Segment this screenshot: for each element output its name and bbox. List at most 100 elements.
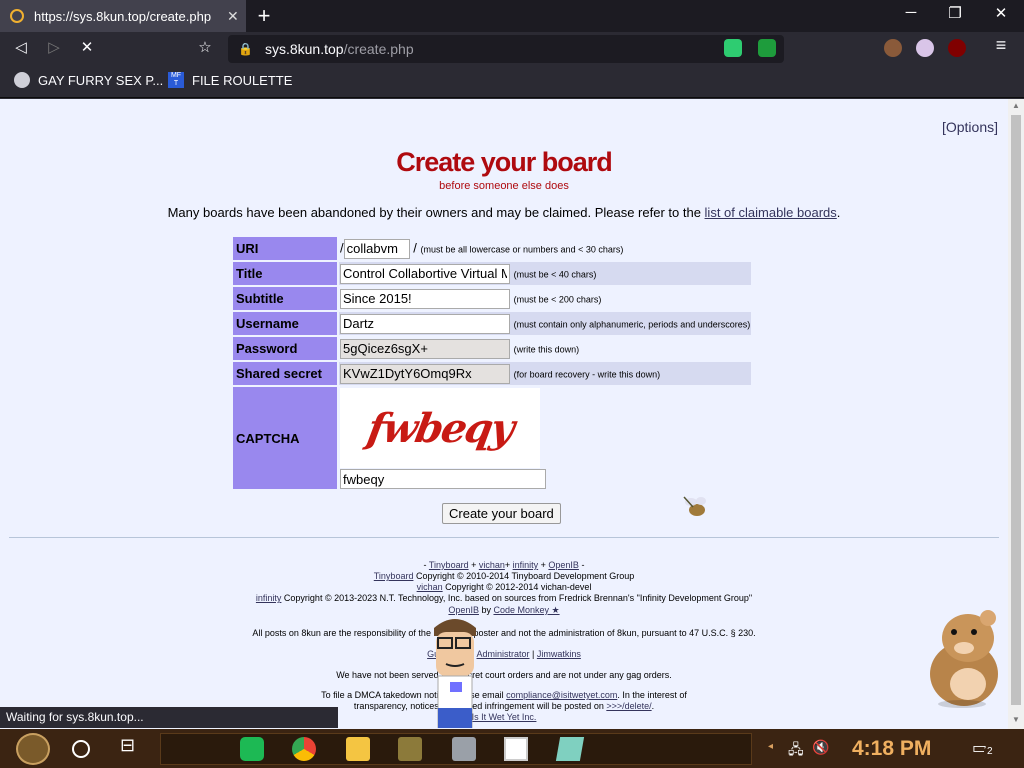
- bookmark-item[interactable]: MF T FILE ROULETTE: [168, 72, 292, 88]
- shared-secret-input[interactable]: [340, 363, 510, 384]
- site-favicon-icon: [10, 9, 24, 23]
- shared-secret-label: Shared secret: [233, 362, 337, 385]
- menu-icon[interactable]: ≡: [990, 35, 1012, 56]
- profile-avatar-icon[interactable]: [884, 39, 902, 57]
- tinyboard-link[interactable]: Tinyboard: [429, 560, 469, 570]
- game-app-icon[interactable]: [398, 737, 422, 761]
- cortana-icon[interactable]: [72, 740, 90, 758]
- bookmark-label: FILE ROULETTE: [192, 72, 293, 88]
- status-bar: Waiting for sys.8kun.top...: [0, 707, 338, 728]
- vichan-link[interactable]: vichan: [479, 560, 505, 570]
- photos-app-icon[interactable]: [504, 737, 528, 761]
- claim-notice: Many boards have been abandoned by their…: [167, 205, 841, 220]
- chrome-app-icon[interactable]: [292, 737, 316, 761]
- ublock-icon[interactable]: [948, 39, 966, 57]
- infinity-link[interactable]: infinity: [256, 593, 282, 603]
- password-input[interactable]: [340, 338, 510, 359]
- page-title: Create your board: [396, 147, 613, 177]
- vichan-link[interactable]: vichan: [417, 582, 443, 592]
- captcha-input[interactable]: [340, 469, 546, 489]
- hamster-sticker: [930, 610, 998, 708]
- uri-hint: (must be all lowercase or numbers and < …: [420, 243, 624, 254]
- page-scrollbar[interactable]: ▲ ▼: [1008, 99, 1024, 729]
- windows-taskbar: ⊟ ◂ 🖧 🔇 4:18 PM ▭ 2: [0, 729, 1024, 768]
- password-row: Password (write this down): [233, 337, 751, 360]
- network-icon[interactable]: 🖧: [788, 739, 804, 763]
- shared-secret-row: Shared secret (for board recovery - writ…: [233, 362, 752, 385]
- scroll-thumb[interactable]: [1011, 115, 1021, 705]
- uri-row: URI / / (must be all lowercase or number…: [233, 237, 751, 260]
- footer-divider: [9, 537, 999, 538]
- lock-icon[interactable]: 🔒: [238, 42, 253, 56]
- subtitle-row: Subtitle (must be < 200 chars): [233, 287, 751, 310]
- start-button[interactable]: [16, 733, 50, 765]
- create-board-button[interactable]: Create your board: [442, 503, 561, 524]
- jimwatkins-link[interactable]: Jimwatkins: [537, 649, 581, 659]
- shield-extension-icon[interactable]: [758, 39, 776, 57]
- file-roulette-icon: MF T: [168, 72, 184, 88]
- code-monkey-link[interactable]: Code Monkey ★: [493, 605, 559, 615]
- forward-button[interactable]: ▷: [43, 38, 65, 56]
- volume-muted-icon[interactable]: 🔇: [812, 739, 829, 756]
- tab-create-php[interactable]: https://sys.8kun.top/create.php ✕: [0, 0, 246, 32]
- footer-copyright-infinity: infinity Copyright © 2013-2023 N.T. Tech…: [255, 593, 753, 603]
- flag-extension-icon[interactable]: [916, 39, 934, 57]
- bookmark-label: GAY FURRY SEX P...: [38, 72, 164, 88]
- taskbar-clock[interactable]: 4:18 PM: [852, 737, 931, 761]
- navigation-bar: ◁ ▷ ✕ ☆ 🔒 sys.8kun.top /create.php ≡: [0, 32, 1024, 66]
- options-link[interactable]: [Options]: [942, 119, 998, 135]
- minimize-button[interactable]: ─: [896, 4, 926, 21]
- globe-icon: [14, 72, 30, 88]
- compliance-email-link[interactable]: compliance@isitwetyet.com: [506, 690, 617, 700]
- infinity-link[interactable]: infinity: [513, 560, 539, 570]
- footer-credits-line: - Tinyboard + vichan+ infinity + OpenIB …: [423, 560, 585, 570]
- extension-green-icon[interactable]: [724, 39, 742, 57]
- bookmark-item[interactable]: GAY FURRY SEX P...: [14, 72, 163, 88]
- footer-copyright-tinyboard: Tinyboard Copyright © 2010-2014 Tinyboar…: [373, 571, 635, 581]
- subtitle-input[interactable]: [340, 288, 510, 309]
- hank-hill-sticker: [434, 619, 476, 728]
- maximize-button[interactable]: ❐: [940, 4, 970, 22]
- captcha-image-text: fwbeqy: [363, 404, 517, 452]
- claimable-boards-link[interactable]: list of claimable boards: [705, 205, 837, 220]
- password-hint: (write this down): [513, 343, 580, 354]
- scroll-down-icon[interactable]: ▼: [1008, 715, 1024, 724]
- spotify-app-icon[interactable]: [240, 737, 264, 761]
- captcha-label: CAPTCHA: [233, 387, 337, 489]
- task-view-icon[interactable]: ⊟: [120, 735, 144, 759]
- footer-liability-notice: All posts on 8kun are the responsibility…: [252, 628, 756, 638]
- tab-title: https://sys.8kun.top/create.php: [34, 8, 212, 24]
- shared-secret-hint: (for board recovery - write this down): [513, 368, 661, 379]
- title-row: Title (must be < 40 chars): [233, 262, 752, 285]
- captcha-row: CAPTCHA fwbeqy: [233, 387, 751, 489]
- title-hint: (must be < 40 chars): [513, 268, 597, 279]
- app-window-icon[interactable]: [452, 737, 476, 761]
- delete-board-link[interactable]: >>>/delete/: [606, 701, 651, 711]
- username-input[interactable]: [340, 313, 510, 334]
- password-label: Password: [233, 337, 337, 360]
- captcha-image[interactable]: fwbeqy: [340, 388, 540, 468]
- new-tab-button[interactable]: +: [252, 3, 276, 29]
- title-input[interactable]: [340, 263, 510, 284]
- username-hint: (must contain only alphanumeric, periods…: [513, 318, 751, 329]
- uri-label: URI: [233, 237, 337, 260]
- bookmark-star-icon[interactable]: ☆: [194, 38, 216, 56]
- subtitle-label: Subtitle: [233, 287, 337, 310]
- notification-count-badge: 2: [984, 746, 996, 757]
- bookmarks-toolbar: GAY FURRY SEX P... MF T FILE ROULETTE: [0, 66, 1024, 98]
- address-bar[interactable]: 🔒 sys.8kun.top /create.php: [228, 35, 784, 63]
- stop-loading-button[interactable]: ✕: [76, 38, 98, 56]
- bee-icon: [683, 496, 706, 516]
- close-window-button[interactable]: ✕: [986, 4, 1016, 22]
- tinyboard-link[interactable]: Tinyboard: [374, 571, 414, 581]
- username-row: Username (must contain only alphanumeric…: [233, 312, 752, 335]
- openib-link[interactable]: OpenIB: [548, 560, 579, 570]
- app-icon[interactable]: [555, 737, 585, 761]
- scroll-up-icon[interactable]: ▲: [1008, 101, 1024, 110]
- footer-copyright-vichan: vichan Copyright © 2012-2014 vichan-deve…: [416, 582, 592, 592]
- uri-input[interactable]: [343, 238, 410, 259]
- file-explorer-icon[interactable]: [346, 737, 370, 761]
- tab-close-icon[interactable]: ✕: [227, 8, 239, 25]
- back-button[interactable]: ◁: [10, 38, 32, 56]
- tray-expand-icon[interactable]: ◂: [768, 741, 773, 752]
